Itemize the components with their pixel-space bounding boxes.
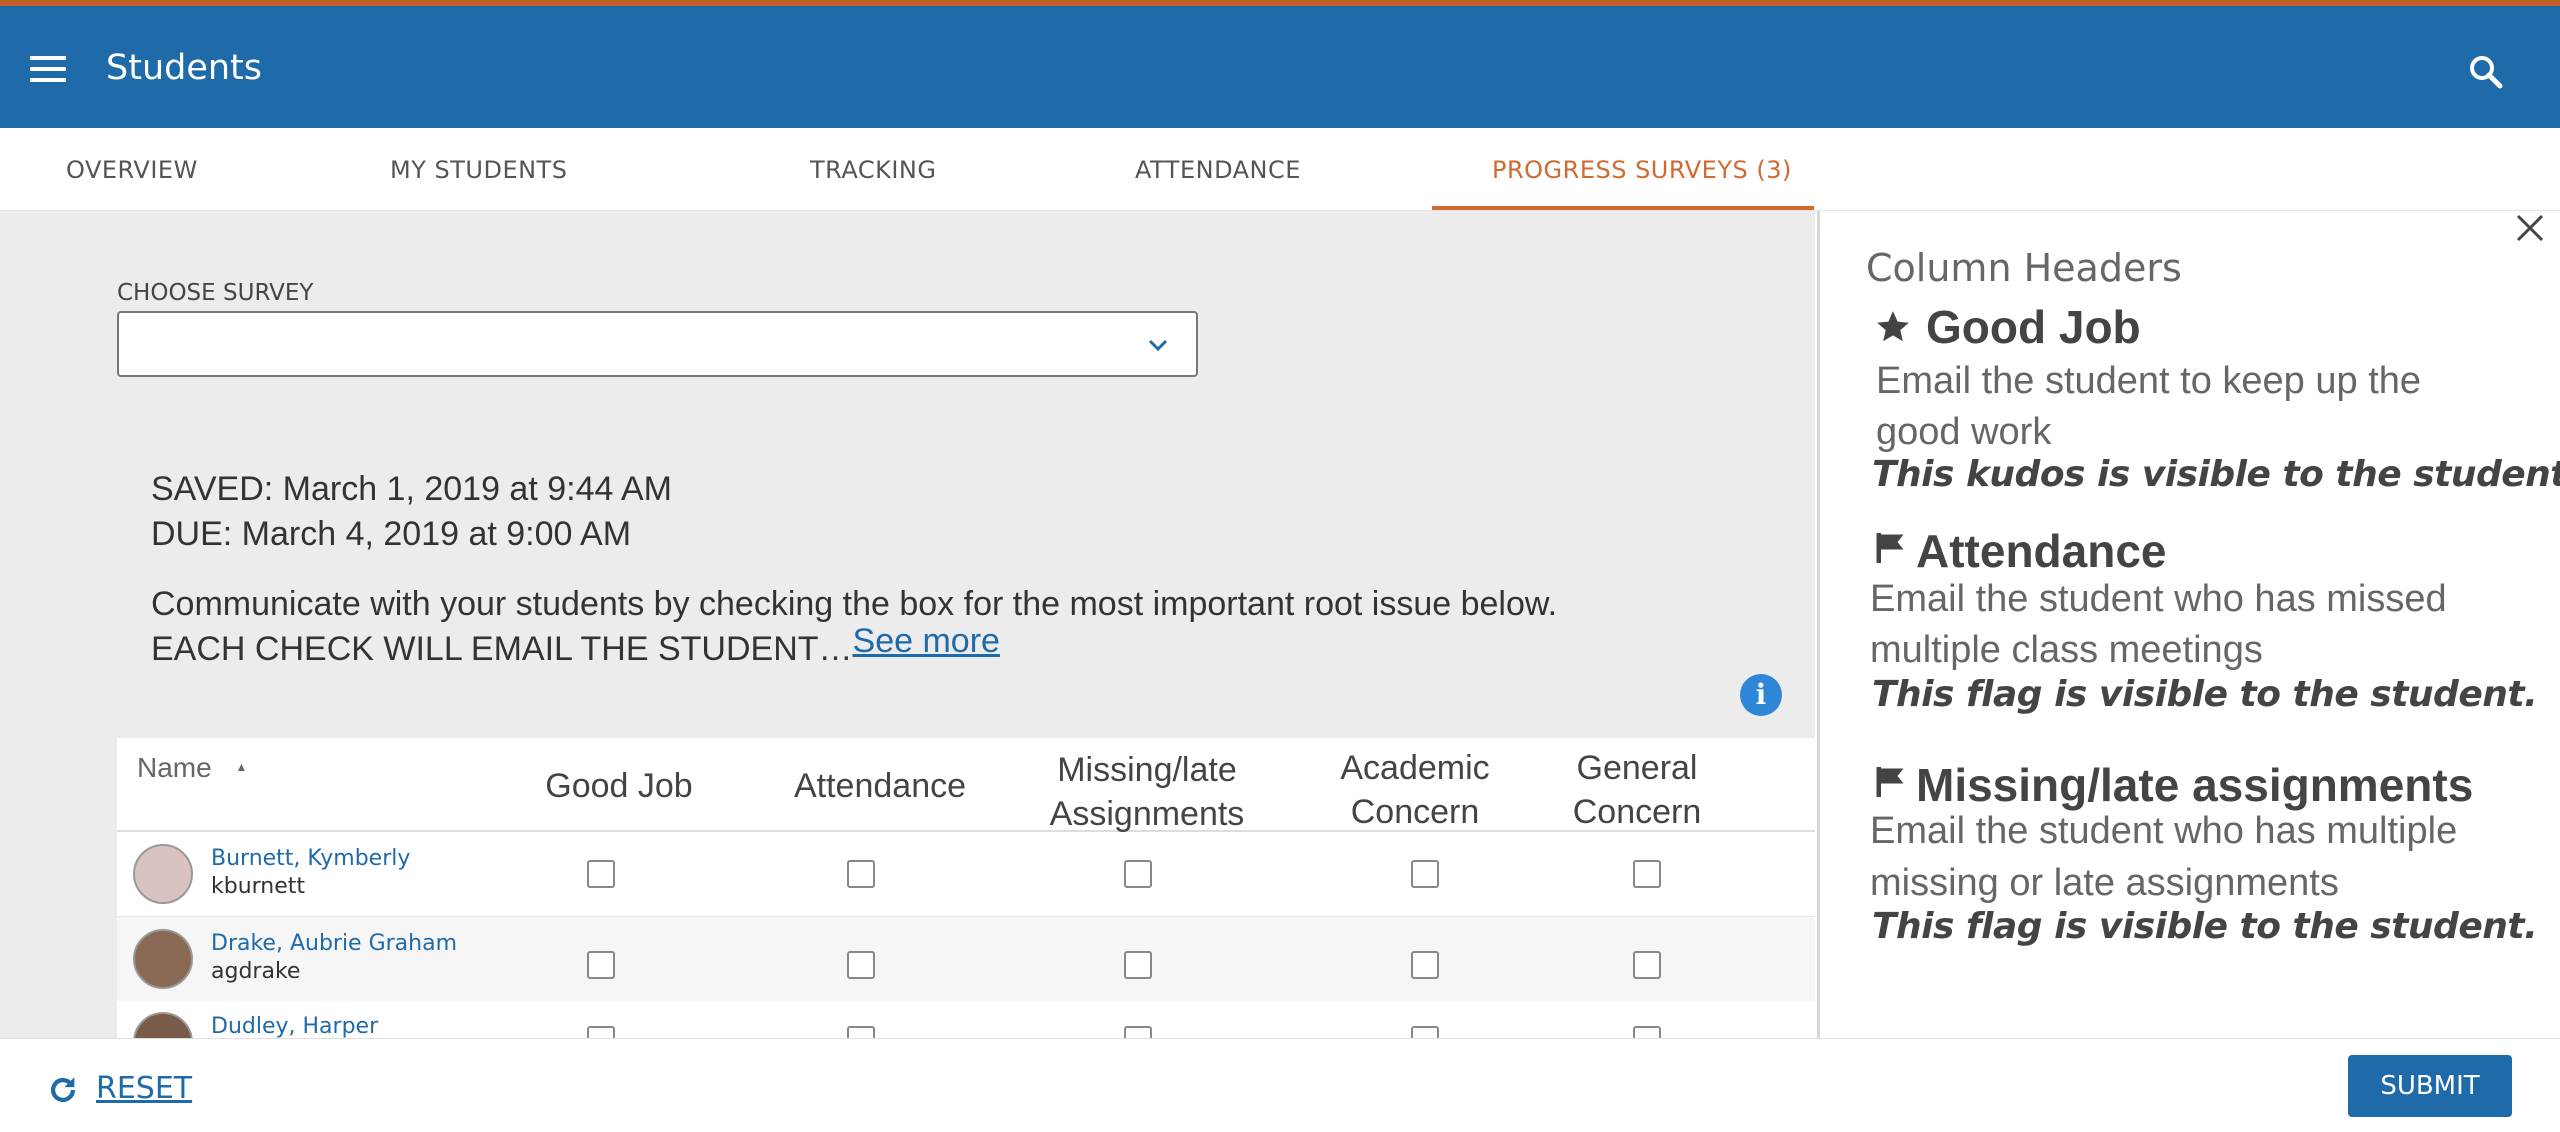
- name-header-label: Name: [137, 752, 212, 783]
- student-username: agdrake: [211, 959, 301, 984]
- active-tab-indicator: [1432, 206, 1814, 210]
- info-icon[interactable]: i: [1740, 674, 1782, 716]
- page-title: Students: [106, 48, 263, 88]
- tab-progress-surveys[interactable]: PROGRESS SURVEYS (3): [1492, 156, 1792, 184]
- app-bar: Students: [0, 6, 2560, 128]
- hamburger-menu-icon[interactable]: [30, 56, 66, 82]
- column-header-general-concern: General Concern: [1517, 746, 1757, 834]
- table-row: Dudley, Harper: [117, 1000, 1815, 1038]
- checkbox-good-job[interactable]: [587, 1026, 615, 1038]
- column-header-line: Assignments: [1049, 795, 1245, 833]
- submit-button[interactable]: SUBMIT: [2348, 1055, 2512, 1117]
- star-icon: [1877, 311, 1909, 342]
- column-header-line: Missing/late: [1057, 751, 1237, 789]
- column-header-line: Concern: [1350, 793, 1480, 831]
- checkbox-general-concern[interactable]: [1633, 860, 1661, 888]
- reset-label: RESET: [96, 1071, 193, 1106]
- panel-note-attendance: This flag is visible to the student.: [1872, 674, 2538, 715]
- checkbox-good-job[interactable]: [587, 951, 615, 979]
- column-header-line: General: [1576, 749, 1698, 787]
- table-header: Name ▲ Good Job Attendance Missing/late A…: [117, 738, 1815, 834]
- search-icon[interactable]: [2466, 52, 2506, 92]
- panel-note-good-job: This kudos is visible to the student.: [1872, 454, 2560, 495]
- table-row: Burnett, Kymberly kburnett: [117, 832, 1815, 916]
- avatar: [133, 1012, 193, 1038]
- name-column-header[interactable]: Name ▲: [137, 752, 247, 784]
- avatar: [133, 929, 193, 989]
- tab-overview[interactable]: OVERVIEW: [66, 156, 198, 184]
- column-header-line: Attendance: [793, 767, 967, 805]
- column-header-missing-late: Missing/late Assignments: [997, 748, 1297, 836]
- saved-timestamp: SAVED: March 1, 2019 at 9:44 AM: [151, 470, 672, 508]
- see-more-link[interactable]: See more: [853, 622, 1000, 660]
- checkbox-academic-concern[interactable]: [1411, 860, 1439, 888]
- checkbox-academic-concern[interactable]: [1411, 951, 1439, 979]
- refresh-icon: [50, 1077, 76, 1103]
- checkbox-general-concern[interactable]: [1633, 951, 1661, 979]
- survey-select[interactable]: [117, 311, 1198, 377]
- sort-asc-icon: ▲: [235, 760, 248, 774]
- panel-heading-good-job: Good Job: [1926, 301, 2141, 353]
- panel-heading-attendance: Attendance: [1916, 525, 2167, 577]
- footer-bar: [0, 1038, 2560, 1132]
- checkbox-general-concern[interactable]: [1633, 1026, 1661, 1038]
- column-header-attendance: Attendance: [735, 764, 1025, 808]
- flag-icon: [1876, 533, 1904, 563]
- panel-desc-good-job-2: good work: [1876, 411, 2052, 453]
- instructions-text: EACH CHECK WILL EMAIL THE STUDENT…: [151, 630, 853, 668]
- column-header-line: Good Job: [545, 767, 693, 805]
- instructions-line-1: Communicate with your students by checki…: [151, 585, 1558, 623]
- checkbox-attendance[interactable]: [847, 1026, 875, 1038]
- tab-tracking[interactable]: TRACKING: [810, 156, 936, 184]
- choose-survey-label: CHOOSE SURVEY: [117, 280, 314, 306]
- tab-bar: OVERVIEW MY STUDENTS TRACKING ATTENDANCE…: [0, 128, 2560, 211]
- close-icon[interactable]: [2512, 210, 2548, 246]
- checkbox-attendance[interactable]: [847, 860, 875, 888]
- checkbox-attendance[interactable]: [847, 951, 875, 979]
- due-timestamp: DUE: March 4, 2019 at 9:00 AM: [151, 515, 632, 553]
- flag-icon: [1876, 767, 1904, 797]
- instructions-line-2: EACH CHECK WILL EMAIL THE STUDENT…See mo…: [151, 622, 1000, 669]
- chevron-down-icon: [1148, 339, 1168, 352]
- student-name-link[interactable]: Drake, Aubrie Graham: [211, 931, 457, 956]
- column-header-line: Academic: [1340, 749, 1490, 787]
- panel-desc-attendance-2: multiple class meetings: [1870, 629, 2263, 671]
- tab-my-students[interactable]: MY STUDENTS: [390, 156, 567, 184]
- checkbox-academic-concern[interactable]: [1411, 1026, 1439, 1038]
- panel-title: Column Headers: [1866, 246, 2182, 290]
- student-name-link[interactable]: Burnett, Kymberly: [211, 846, 410, 871]
- checkbox-missing-late[interactable]: [1124, 1026, 1152, 1038]
- panel-heading-missing-late: Missing/late assignments: [1916, 759, 2474, 811]
- table-row: Drake, Aubrie Graham agdrake: [117, 916, 1815, 1001]
- checkbox-missing-late[interactable]: [1124, 951, 1152, 979]
- avatar: [133, 844, 193, 904]
- student-username: kburnett: [211, 874, 306, 899]
- panel-desc-missing-late-2: missing or late assignments: [1870, 862, 2339, 904]
- student-survey-table: Name ▲ Good Job Attendance Missing/late A…: [117, 738, 1815, 1038]
- column-header-academic-concern: Academic Concern: [1285, 746, 1545, 834]
- panel-note-missing-late: This flag is visible to the student.: [1872, 906, 2538, 947]
- column-header-line: Concern: [1572, 793, 1702, 831]
- student-name-link[interactable]: Dudley, Harper: [211, 1014, 378, 1038]
- column-header-good-job: Good Job: [484, 764, 754, 808]
- panel-desc-good-job-1: Email the student to keep up the: [1876, 360, 2422, 402]
- tab-attendance[interactable]: ATTENDANCE: [1135, 156, 1301, 184]
- panel-desc-missing-late-1: Email the student who has multiple: [1870, 810, 2458, 852]
- checkbox-missing-late[interactable]: [1124, 860, 1152, 888]
- panel-desc-attendance-1: Email the student who has missed: [1870, 578, 2447, 620]
- checkbox-good-job[interactable]: [587, 860, 615, 888]
